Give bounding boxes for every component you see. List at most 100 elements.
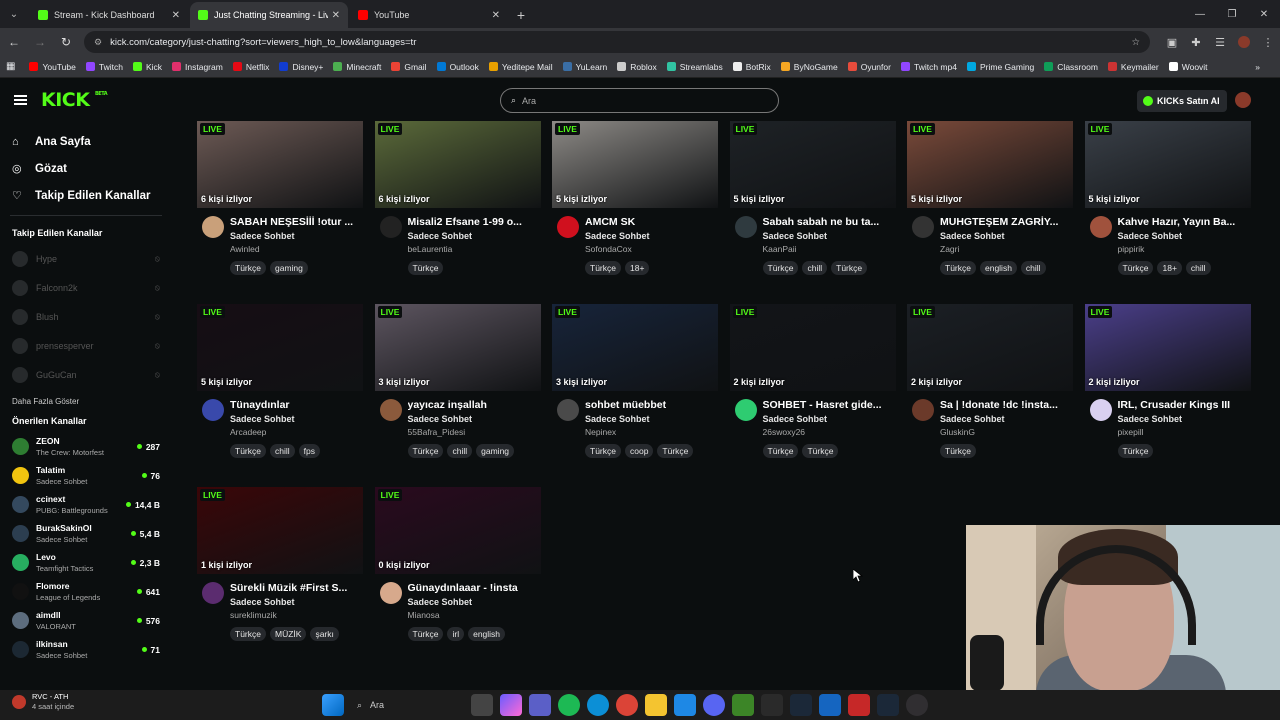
- mail-icon[interactable]: [674, 694, 696, 716]
- discord-icon[interactable]: [703, 694, 725, 716]
- recommended-channel[interactable]: ZEON The Crew: Motorfest 287: [0, 432, 172, 461]
- stream-card[interactable]: LIVE 3 kişi izliyor yayıcaz inşallah Sadece…: [374, 304, 541, 466]
- stream-thumbnail[interactable]: LIVE 5 kişi izliyor: [197, 304, 363, 391]
- streamer-avatar[interactable]: [734, 399, 757, 421]
- tag-chip[interactable]: Türkçe: [407, 444, 444, 458]
- close-window-icon[interactable]: ✕: [1248, 0, 1280, 28]
- streamer-avatar[interactable]: [379, 216, 402, 238]
- kick-logo[interactable]: KICK BETA: [41, 89, 108, 111]
- stream-thumbnail[interactable]: LIVE 3 kişi izliyor: [374, 304, 541, 391]
- channel-name[interactable]: Mianosa: [408, 609, 541, 621]
- channel-name[interactable]: pippirik: [1118, 243, 1251, 255]
- minecraft-icon[interactable]: [732, 694, 754, 716]
- streamer-avatar[interactable]: [202, 399, 224, 421]
- bookmark-item[interactable]: Disney+: [279, 62, 323, 72]
- followed-channel[interactable]: Blush ⦸: [0, 302, 172, 331]
- recommended-channel[interactable]: ccinext PUBG: Battlegrounds 14,4 B: [0, 490, 172, 519]
- recommended-channel[interactable]: Talatim Sadece Sohbet 76: [0, 461, 172, 490]
- tag-chip[interactable]: gaming: [269, 261, 308, 275]
- stream-card[interactable]: LIVE 5 kişi izliyor Kahve Hazır, Yayın Ba.…: [1084, 121, 1251, 283]
- stream-title[interactable]: AMCM SK: [585, 216, 718, 229]
- stream-category[interactable]: Sadece Sohbet: [940, 229, 1073, 243]
- browser-tab[interactable]: Just Chatting Streaming - Live S ✕: [190, 2, 348, 28]
- tag-chip[interactable]: 18+: [1157, 261, 1182, 275]
- tag-chip[interactable]: MÜZİK: [269, 627, 307, 641]
- stream-card[interactable]: LIVE 1 kişi izliyor Sürekli Müzik #First S…: [197, 487, 363, 649]
- stream-thumbnail[interactable]: LIVE 1 kişi izliyor: [197, 487, 363, 574]
- channel-name[interactable]: beLaurentia: [408, 243, 541, 255]
- forward-icon[interactable]: →: [28, 30, 52, 54]
- maximize-icon[interactable]: ❐: [1216, 0, 1248, 28]
- stream-category[interactable]: Sadece Sohbet: [230, 595, 363, 609]
- steam-icon[interactable]: [790, 694, 812, 716]
- tag-chip[interactable]: irl: [447, 627, 465, 641]
- tag-chip[interactable]: Türkçe: [585, 444, 621, 458]
- buy-kicks-button[interactable]: KICKs Satın Al: [1137, 90, 1227, 112]
- bookmark-star-icon[interactable]: ☆: [1131, 37, 1140, 48]
- stream-card[interactable]: LIVE 5 kişi izliyor MUHGTEŞEM ZAGRİY... Sad…: [907, 121, 1073, 283]
- stream-title[interactable]: SABAH NEŞESİİİ !otur ...: [230, 216, 363, 229]
- stream-category[interactable]: Sadece Sohbet: [763, 229, 896, 243]
- task-view-icon[interactable]: [471, 694, 493, 716]
- channel-name[interactable]: SofondaCox: [585, 243, 718, 255]
- sidebar-nav-item[interactable]: ◎ Gözat: [0, 155, 172, 182]
- stream-title[interactable]: IRL, Crusader Kings III: [1118, 399, 1251, 412]
- tag-chip[interactable]: coop: [624, 444, 654, 458]
- tag-chip[interactable]: Türkçe: [940, 444, 976, 458]
- tag-chip[interactable]: Türkçe: [802, 444, 839, 458]
- followed-channel[interactable]: Hype ⦸: [0, 244, 172, 273]
- recorder-icon[interactable]: [848, 694, 870, 716]
- bookmark-item[interactable]: Prime Gaming: [966, 62, 1034, 72]
- stream-category[interactable]: Sadece Sohbet: [408, 595, 541, 609]
- recommended-channel[interactable]: aimdll VALORANT 576: [0, 606, 172, 635]
- streamer-avatar[interactable]: [734, 216, 757, 238]
- stream-title[interactable]: yayıcaz inşallah: [408, 399, 541, 412]
- channel-name[interactable]: pixepill: [1118, 426, 1251, 438]
- tag-chip[interactable]: Türkçe: [407, 627, 444, 641]
- stream-thumbnail[interactable]: LIVE 5 kişi izliyor: [907, 121, 1073, 208]
- recommended-channel[interactable]: Flomore League of Legends 641: [0, 577, 172, 606]
- stream-thumbnail[interactable]: LIVE 6 kişi izliyor: [197, 121, 363, 208]
- stream-title[interactable]: Misali2 Efsane 1-99 o...: [408, 216, 541, 229]
- tag-chip[interactable]: chill: [1185, 261, 1211, 275]
- stream-card[interactable]: LIVE 5 kişi izliyor AMCM SK Sadece Sohbet So…: [552, 121, 718, 283]
- recommended-channel[interactable]: ilkinsan Sadece Sohbet 71: [0, 635, 172, 664]
- obs-icon[interactable]: [906, 694, 928, 716]
- tag-chip[interactable]: şarkı: [310, 627, 339, 641]
- more-bookmarks-icon[interactable]: »: [1255, 62, 1260, 72]
- stream-thumbnail[interactable]: LIVE 2 kişi izliyor: [907, 304, 1073, 391]
- tag-chip[interactable]: Türkçe: [1117, 444, 1154, 458]
- streamer-avatar[interactable]: [202, 216, 224, 238]
- bookmark-item[interactable]: Twitch mp4: [900, 62, 957, 72]
- tab-close-icon[interactable]: ✕: [332, 10, 340, 21]
- bookmark-item[interactable]: Roblox: [617, 62, 657, 72]
- windows-start-icon[interactable]: [322, 694, 344, 716]
- back-icon[interactable]: ←: [2, 30, 26, 54]
- tag-chip[interactable]: Türkçe: [1117, 261, 1154, 275]
- bookmark-item[interactable]: ByNoGame: [780, 62, 838, 72]
- stream-title[interactable]: MUHGTEŞEM ZAGRİY...: [940, 216, 1073, 229]
- teams-icon[interactable]: [529, 694, 551, 716]
- stream-thumbnail[interactable]: LIVE 2 kişi izliyor: [1084, 304, 1251, 391]
- stream-category[interactable]: Sadece Sohbet: [1118, 412, 1251, 426]
- apps-grid-icon[interactable]: ▦: [6, 61, 15, 72]
- stream-category[interactable]: Sadece Sohbet: [763, 412, 896, 426]
- search-input[interactable]: ⌕ Ara: [500, 88, 779, 113]
- bookmark-item[interactable]: Yeditepe Mail: [488, 62, 553, 72]
- tag-chip[interactable]: Türkçe: [230, 261, 266, 275]
- browser-tab[interactable]: Stream - Kick Dashboard ✕: [30, 2, 188, 28]
- streamer-avatar[interactable]: [202, 582, 224, 604]
- stream-thumbnail[interactable]: LIVE 0 kişi izliyor: [374, 487, 541, 574]
- recommended-channel[interactable]: BurakSakinOl Sadece Sohbet 5,4 B: [0, 519, 172, 548]
- stream-category[interactable]: Sadece Sohbet: [585, 412, 718, 426]
- bookmark-item[interactable]: Gmail: [391, 62, 427, 72]
- streamer-avatar[interactable]: [379, 582, 402, 604]
- tag-chip[interactable]: chill: [802, 261, 828, 275]
- bookmark-item[interactable]: Netflix: [232, 62, 269, 72]
- channel-name[interactable]: 55Bafra_Pidesi: [408, 426, 541, 438]
- bookmark-item[interactable]: YuLearn: [562, 62, 607, 72]
- stream-card[interactable]: LIVE 2 kişi izliyor SOHBET - Hasret gide..…: [729, 304, 896, 466]
- profile-avatar-icon[interactable]: [1232, 30, 1256, 54]
- bookmark-item[interactable]: Oyunfor: [847, 62, 891, 72]
- tag-chip[interactable]: chill: [1020, 261, 1046, 275]
